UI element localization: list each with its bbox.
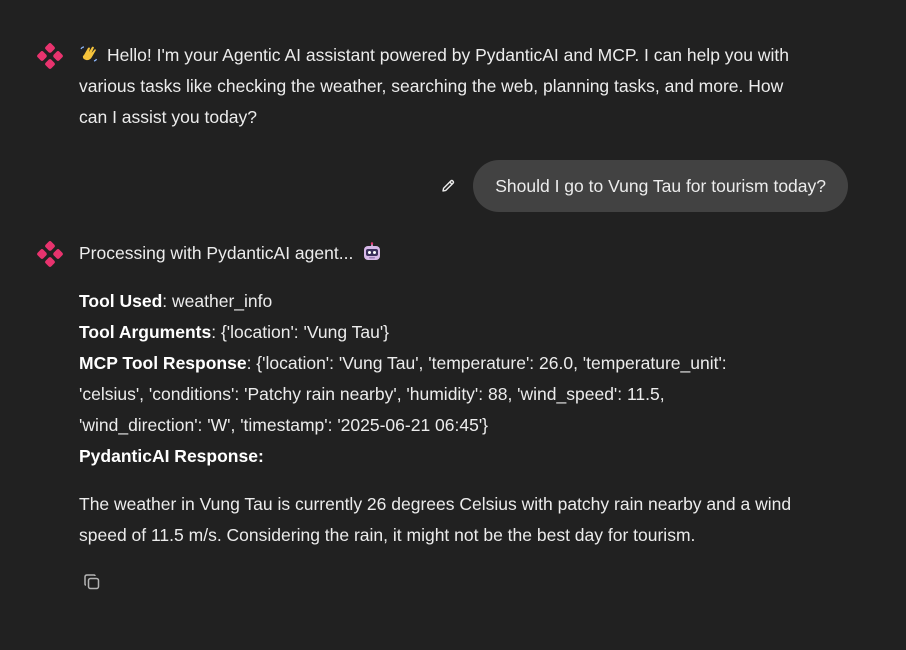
user-message-bubble: Should I go to Vung Tau for tourism toda… <box>473 160 848 212</box>
greeting-line-1: Hello! I'm your Agentic AI assistant pow… <box>107 45 789 65</box>
pencil-icon[interactable] <box>439 177 457 195</box>
robot-icon <box>362 241 382 261</box>
tool-arguments-value: : {'location': 'Vung Tau'} <box>211 322 390 342</box>
final-response-line-1: The weather in Vung Tau is currently 26 … <box>79 494 792 514</box>
final-response-line-2: speed of 11.5 m/s. Considering the rain,… <box>79 525 696 545</box>
mcp-tool-response-line-2: 'celsius', 'conditions': 'Patchy rain ne… <box>79 384 665 404</box>
assistant-avatar <box>37 43 63 69</box>
mcp-tool-response-line-3: 'wind_direction': 'W', 'timestamp': '202… <box>79 415 489 435</box>
user-message-row: Should I go to Vung Tau for tourism toda… <box>439 160 848 212</box>
greeting-line-2: various tasks like checking the weather,… <box>79 76 784 96</box>
tool-used-label: Tool Used <box>79 291 163 311</box>
greeting-line-3: can I assist you today? <box>79 107 258 127</box>
copy-icon[interactable] <box>82 571 102 591</box>
processing-text: Processing with PydanticAI agent... <box>79 243 354 263</box>
tool-used-value: : weather_info <box>162 291 273 311</box>
waving-hand-icon <box>79 43 99 63</box>
mcp-tool-response-line-1: : {'location': 'Vung Tau', 'temperature'… <box>246 353 727 373</box>
assistant-avatar <box>37 241 63 267</box>
mcp-tool-response-label: MCP Tool Response <box>79 353 247 373</box>
assistant-response-message: Processing with PydanticAI agent... Tool… <box>79 238 869 551</box>
pydanticai-response-label: PydanticAI Response: <box>79 446 264 466</box>
assistant-greeting-message: Hello! I'm your Agentic AI assistant pow… <box>79 40 869 133</box>
tool-arguments-label: Tool Arguments <box>79 322 212 342</box>
